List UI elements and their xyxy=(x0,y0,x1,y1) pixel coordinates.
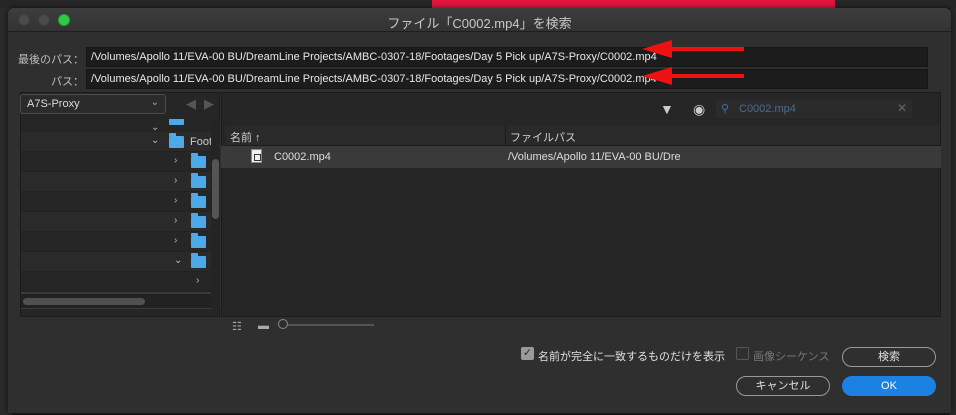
forward-arrow-icon[interactable]: ▶ xyxy=(204,96,214,112)
chevron-down-icon: ⌄ xyxy=(150,97,159,108)
search-value: C0002.mp4 xyxy=(739,103,796,115)
column-header-filepath[interactable]: ファイルパス xyxy=(506,126,940,146)
zoom-slider[interactable] xyxy=(280,324,374,326)
search-input[interactable]: ⚲ C0002.mp4 ✕ xyxy=(716,100,912,118)
folder-icon xyxy=(191,233,206,248)
image-sequence-checkbox[interactable] xyxy=(736,347,749,360)
column-header-name[interactable]: 名前 ↑ xyxy=(226,126,506,146)
icon-view-icon[interactable]: ▬ xyxy=(258,320,269,332)
expand-icon[interactable]: › xyxy=(174,175,177,186)
last-path-field[interactable]: /Volumes/Apollo 11/EVA-00 BU/DreamLine P… xyxy=(86,47,928,67)
scroll-thumb[interactable] xyxy=(212,159,219,219)
expand-icon[interactable]: › xyxy=(196,275,199,286)
folder-icon xyxy=(191,173,206,188)
folder-icon xyxy=(191,193,206,208)
eye-icon[interactable]: ◉ xyxy=(693,101,705,118)
path-field[interactable]: /Volumes/Apollo 11/EVA-00 BU/DreamLine P… xyxy=(86,69,928,89)
file-name: C0002.mp4 xyxy=(274,151,331,163)
clear-search-icon[interactable]: ✕ xyxy=(897,101,907,115)
tree-row[interactable]: › xyxy=(21,272,211,292)
annotation-arrow-1 xyxy=(642,40,746,58)
search-button[interactable]: 検索 xyxy=(842,347,936,367)
search-icon: ⚲ xyxy=(721,103,730,115)
video-file-icon xyxy=(251,149,262,163)
location-value: A7S-Proxy xyxy=(27,98,80,110)
tree-row[interactable]: › D xyxy=(21,172,211,192)
last-path-label: 最後のパス： xyxy=(18,54,84,66)
expand-icon[interactable]: › xyxy=(174,155,177,166)
tree-row[interactable]: › A xyxy=(21,152,211,172)
scroll-thumb[interactable] xyxy=(23,298,145,305)
expand-icon[interactable]: ⌄ xyxy=(174,255,182,266)
tree-label: Foota xyxy=(190,136,211,148)
ok-button[interactable]: OK xyxy=(842,376,936,396)
background-red-bar xyxy=(432,0,835,8)
folder-tree: ⌄ ⌄ Foota › A › D › D › D › D ⌄ D › › xyxy=(21,119,211,309)
tree-row[interactable]: › D xyxy=(21,232,211,252)
folder-icon xyxy=(169,119,184,125)
image-sequence-label: 画像シーケンス xyxy=(753,351,830,363)
file-path: /Volumes/Apollo 11/EVA-00 BU/Dre xyxy=(508,151,681,163)
path-label: パス： xyxy=(51,76,84,88)
dialog-title: ファイル「C0002.mp4」を検索 xyxy=(387,16,572,31)
zoom-slider-knob[interactable] xyxy=(278,319,288,329)
tree-row[interactable]: › D xyxy=(21,192,211,212)
filter-icon[interactable]: ▼ xyxy=(660,101,674,117)
exact-match-label: 名前が完全に一致するものだけを表示 xyxy=(538,351,725,363)
table-row[interactable]: C0002.mp4 /Volumes/Apollo 11/EVA-00 BU/D… xyxy=(221,146,941,168)
titlebar: ファイル「C0002.mp4」を検索 xyxy=(8,8,951,32)
tree-row[interactable]: ⌄ D xyxy=(21,252,211,272)
tree-vertical-scrollbar[interactable] xyxy=(211,119,220,309)
expand-icon[interactable]: › xyxy=(174,235,177,246)
tree-row[interactable]: › D xyxy=(21,212,211,232)
tree-row[interactable]: ⌄ Foota xyxy=(21,132,211,152)
folder-icon xyxy=(191,253,206,268)
folder-icon xyxy=(191,153,206,168)
cancel-button[interactable]: キャンセル xyxy=(736,376,830,396)
back-arrow-icon[interactable]: ◀ xyxy=(186,96,196,112)
folder-icon xyxy=(191,213,206,228)
expand-icon[interactable]: › xyxy=(174,215,177,226)
expand-icon[interactable]: ⌄ xyxy=(151,135,159,146)
annotation-arrow-2 xyxy=(642,67,746,85)
list-view-icon[interactable]: ☷ xyxy=(232,320,242,333)
tree-horizontal-scrollbar[interactable] xyxy=(21,294,211,308)
expand-icon[interactable]: › xyxy=(174,195,177,206)
location-dropdown[interactable]: A7S-Proxy ⌄ xyxy=(20,94,166,114)
exact-match-checkbox[interactable]: ✓ xyxy=(521,347,534,360)
folder-icon xyxy=(169,133,184,148)
